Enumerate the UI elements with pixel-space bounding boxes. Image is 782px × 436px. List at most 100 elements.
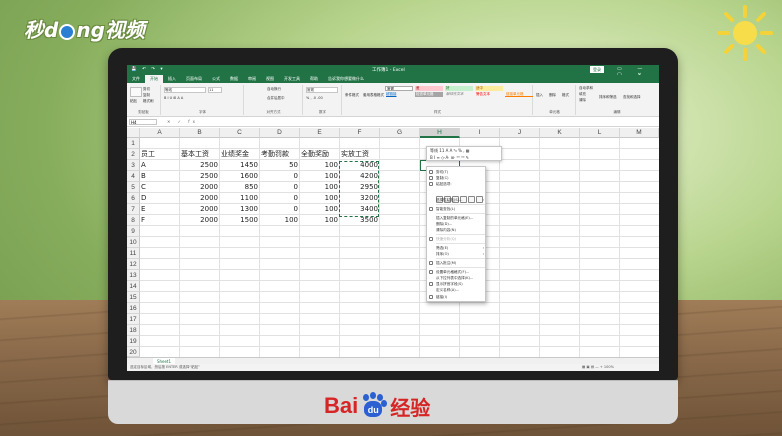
row-header[interactable]: 20 — [127, 347, 140, 357]
menu-item-smart-lookup[interactable]: 智能查找(L) — [427, 206, 487, 212]
tab-developer[interactable]: 开发工具 — [279, 75, 305, 83]
mini-toolbar[interactable]: 等线 11 A A ⁶₀ % , ▦ B I ≡ ◇·A· ⊞· ⁰⁰ ⁰⁰ ✎ — [426, 146, 502, 161]
paste-icon[interactable] — [130, 87, 142, 97]
table-cell[interactable]: 0 — [260, 193, 299, 204]
cell-header-actual-salary[interactable]: 实放工资 — [341, 149, 369, 160]
row-header[interactable]: 2 — [127, 149, 140, 160]
table-cell[interactable]: 2500 — [180, 160, 219, 171]
style-good[interactable]: 好 — [445, 86, 473, 91]
style-explanatory[interactable]: 解释性文本 — [445, 92, 473, 97]
row-header[interactable]: 10 — [127, 237, 140, 248]
table-cell[interactable]: 100 — [300, 204, 339, 215]
insert-cells-button[interactable]: 插入 — [536, 93, 543, 98]
column-header-g[interactable]: G — [380, 128, 420, 138]
cell-header-penalty[interactable]: 考勤罚款 — [261, 149, 289, 160]
number-format-buttons[interactable]: % , .0 .00 — [306, 96, 323, 100]
name-box[interactable]: H4 — [129, 119, 157, 125]
cut-button[interactable]: 剪切 — [143, 87, 150, 92]
column-header-i[interactable]: I — [460, 128, 500, 138]
table-cell[interactable]: E — [141, 204, 145, 215]
row-header[interactable]: 1 — [127, 138, 140, 149]
column-header-e[interactable]: E — [300, 128, 340, 138]
table-cell[interactable]: C — [141, 182, 146, 193]
font-name-select[interactable]: 等线 — [164, 87, 206, 93]
table-cell[interactable]: 100 — [300, 160, 339, 171]
row-header[interactable]: 15 — [127, 292, 140, 303]
column-header-m[interactable]: M — [620, 128, 659, 138]
row-header[interactable]: 19 — [127, 336, 140, 347]
row-header[interactable]: 9 — [127, 226, 140, 237]
wrap-text-button[interactable]: 自动换行 — [267, 87, 281, 92]
table-cell[interactable]: 2000 — [180, 182, 219, 193]
conditional-format-button[interactable]: 条件格式 — [345, 93, 359, 98]
row-header[interactable]: 18 — [127, 325, 140, 336]
mini-toolbar-font-row[interactable]: 等线 11 A A ⁶₀ % , ▦ — [430, 148, 470, 154]
tab-home[interactable]: 开始 — [145, 75, 163, 83]
tab-formulas[interactable]: 公式 — [207, 75, 225, 83]
table-cell[interactable]: 0 — [260, 182, 299, 193]
menu-item-paste-special[interactable]: 选择性粘贴(S)... › — [427, 197, 487, 203]
autosum-button[interactable]: 自动求和 — [579, 86, 593, 91]
cell-header-employee[interactable]: 员工 — [141, 149, 155, 160]
table-cell[interactable]: B — [141, 171, 146, 182]
table-cell[interactable]: 1300 — [220, 204, 259, 215]
find-select-button[interactable]: 查找和选择 — [623, 95, 641, 100]
table-cell[interactable]: 100 — [300, 193, 339, 204]
table-cell[interactable]: 100 — [300, 215, 339, 226]
table-cell[interactable]: 0 — [260, 171, 299, 182]
table-cell[interactable]: 100 — [300, 171, 339, 182]
style-neutral[interactable]: 适中 — [475, 86, 503, 91]
fill-button[interactable]: 填充 — [579, 92, 586, 97]
style-hyperlink[interactable]: 超链接 — [385, 92, 413, 97]
tell-me-search[interactable]: 告诉我你想要做什么 — [323, 75, 369, 83]
table-cell[interactable]: 2000 — [180, 193, 219, 204]
tab-page-layout[interactable]: 页面布局 — [181, 75, 207, 83]
column-header-c[interactable]: C — [220, 128, 260, 138]
column-header-f[interactable]: F — [340, 128, 380, 138]
row-header[interactable]: 17 — [127, 314, 140, 325]
table-cell[interactable]: 2000 — [180, 215, 219, 226]
table-cell[interactable]: 50 — [260, 160, 299, 171]
tab-data[interactable]: 数据 — [225, 75, 243, 83]
tab-view[interactable]: 视图 — [261, 75, 279, 83]
table-cell[interactable]: A — [141, 160, 146, 171]
row-header[interactable]: 4 — [127, 171, 140, 182]
number-format-select[interactable]: 常规 — [306, 87, 338, 93]
clear-button[interactable]: 清除 — [579, 98, 586, 103]
column-header-a[interactable]: A — [140, 128, 180, 138]
copy-button[interactable]: 复制 — [143, 93, 150, 98]
delete-cells-button[interactable]: 删除 — [549, 93, 556, 98]
mini-toolbar-format-row[interactable]: B I ≡ ◇·A· ⊞· ⁰⁰ ⁰⁰ ✎ — [430, 155, 469, 160]
table-cell[interactable]: 2500 — [180, 171, 219, 182]
column-header-b[interactable]: B — [180, 128, 220, 138]
table-cell[interactable]: 1600 — [220, 171, 259, 182]
format-painter-button[interactable]: 格式刷 — [143, 99, 154, 104]
style-normal[interactable]: 常规 — [385, 86, 413, 91]
column-header-j[interactable]: J — [500, 128, 540, 138]
row-header[interactable]: 14 — [127, 281, 140, 292]
table-cell[interactable]: D — [141, 193, 146, 204]
tab-file[interactable]: 文件 — [127, 75, 145, 83]
table-cell[interactable]: 1500 — [220, 215, 259, 226]
paste-button[interactable]: 粘贴 — [130, 99, 137, 104]
tab-help[interactable]: 帮助 — [305, 75, 323, 83]
table-cell[interactable]: 100 — [300, 182, 339, 193]
menu-item-insert-comment[interactable]: 插入批注(M) — [427, 260, 487, 266]
column-header-k[interactable]: K — [540, 128, 580, 138]
table-cell[interactable]: 100 — [260, 215, 299, 226]
row-header[interactable]: 3 — [127, 160, 140, 171]
login-button[interactable]: 登录 — [590, 66, 604, 73]
cell-header-base-salary[interactable]: 基本工资 — [181, 149, 209, 160]
table-cell[interactable]: 2000 — [180, 204, 219, 215]
font-style-buttons[interactable]: B I U ⊞ A A — [164, 96, 183, 100]
style-warning[interactable]: 警告文本 — [475, 92, 503, 97]
tab-review[interactable]: 审阅 — [243, 75, 261, 83]
merge-center-button[interactable]: 合并后居中 — [267, 96, 285, 101]
format-cells-button[interactable]: 格式 — [562, 93, 569, 98]
row-header[interactable]: 12 — [127, 259, 140, 270]
table-cell[interactable]: 1450 — [220, 160, 259, 171]
worksheet-grid[interactable]: A B C D E F G H I J K L M 1 2 3 4 5 6 7 … — [127, 128, 659, 357]
row-header[interactable]: 16 — [127, 303, 140, 314]
menu-item-sort[interactable]: 排序(O) › — [427, 251, 487, 257]
menu-item-clear-contents[interactable]: 清除内容(N) — [427, 227, 487, 233]
